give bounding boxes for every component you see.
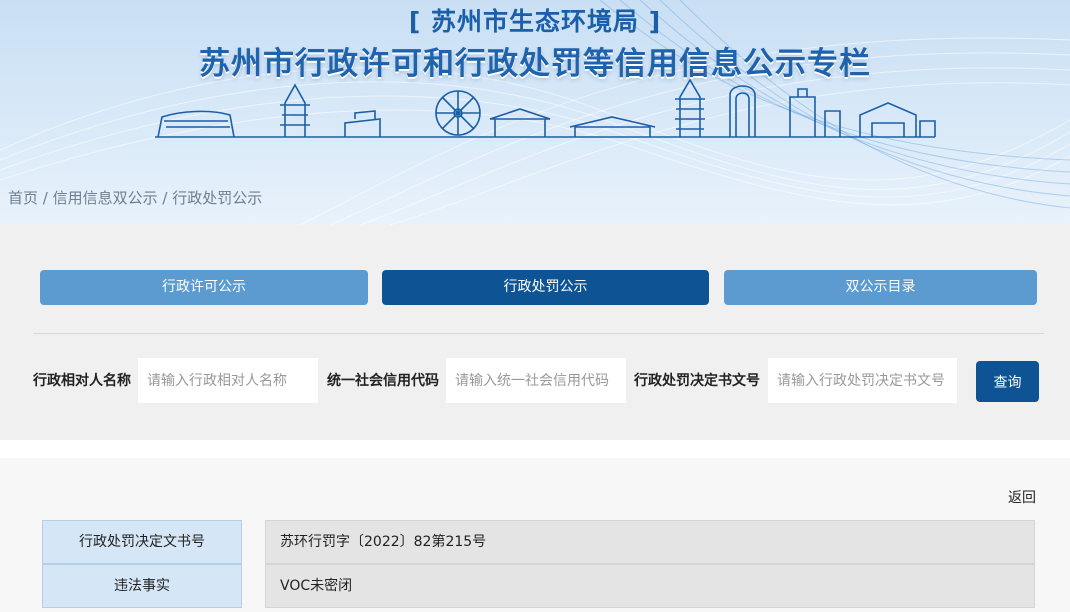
detail-row-value: 苏环行罚字〔2022〕82第215号 [265,520,1035,564]
counterpart-name-input[interactable] [138,358,318,403]
search-panel: 行政许可公示 行政处罚公示 双公示目录 行政相对人名称 统一社会信用代码 行政处… [0,225,1070,440]
header-banner: [ 苏州市生态环境局 ] 苏州市行政许可和行政处罚等信用信息公示专栏 首页 / … [0,0,1070,225]
detail-row-value: VOC未密闭 [265,564,1035,608]
credit-code-label: 统一社会信用代码 [327,373,439,389]
detail-row-label: 行政处罚决定文书号 [42,520,242,564]
detail-row-label: 违法事实 [42,564,242,608]
tab-admin-penalty[interactable]: 行政处罚公示 [382,270,709,305]
org-title: [ 苏州市生态环境局 ] [408,7,662,36]
tab-admin-permit[interactable]: 行政许可公示 [40,270,368,305]
breadcrumb-separator: / [38,189,53,207]
search-button[interactable]: 查询 [976,361,1039,402]
breadcrumb: 首页 / 信用信息双公示 / 行政处罚公示 [8,187,262,208]
tab-dual-catalog[interactable]: 双公示目录 [724,270,1037,305]
page: [ 苏州市生态环境局 ] 苏州市行政许可和行政处罚等信用信息公示专栏 首页 / … [0,0,1070,612]
breadcrumb-credit-dual[interactable]: 信用信息双公示 [53,189,158,207]
decision-number-label: 行政处罚决定书文号 [634,373,760,389]
city-skyline-illustration [155,78,936,138]
detail-section: 返回 行政处罚决定文书号 苏环行罚字〔2022〕82第215号 违法事实 VOC… [0,458,1070,612]
breadcrumb-home[interactable]: 首页 [8,189,38,207]
divider [33,333,1044,334]
credit-code-input[interactable] [446,358,626,403]
decision-number-input[interactable] [768,358,957,403]
breadcrumb-separator: / [157,189,173,207]
counterpart-name-label: 行政相对人名称 [33,373,131,389]
breadcrumb-current: 行政处罚公示 [172,189,263,207]
back-link[interactable]: 返回 [1008,487,1036,507]
